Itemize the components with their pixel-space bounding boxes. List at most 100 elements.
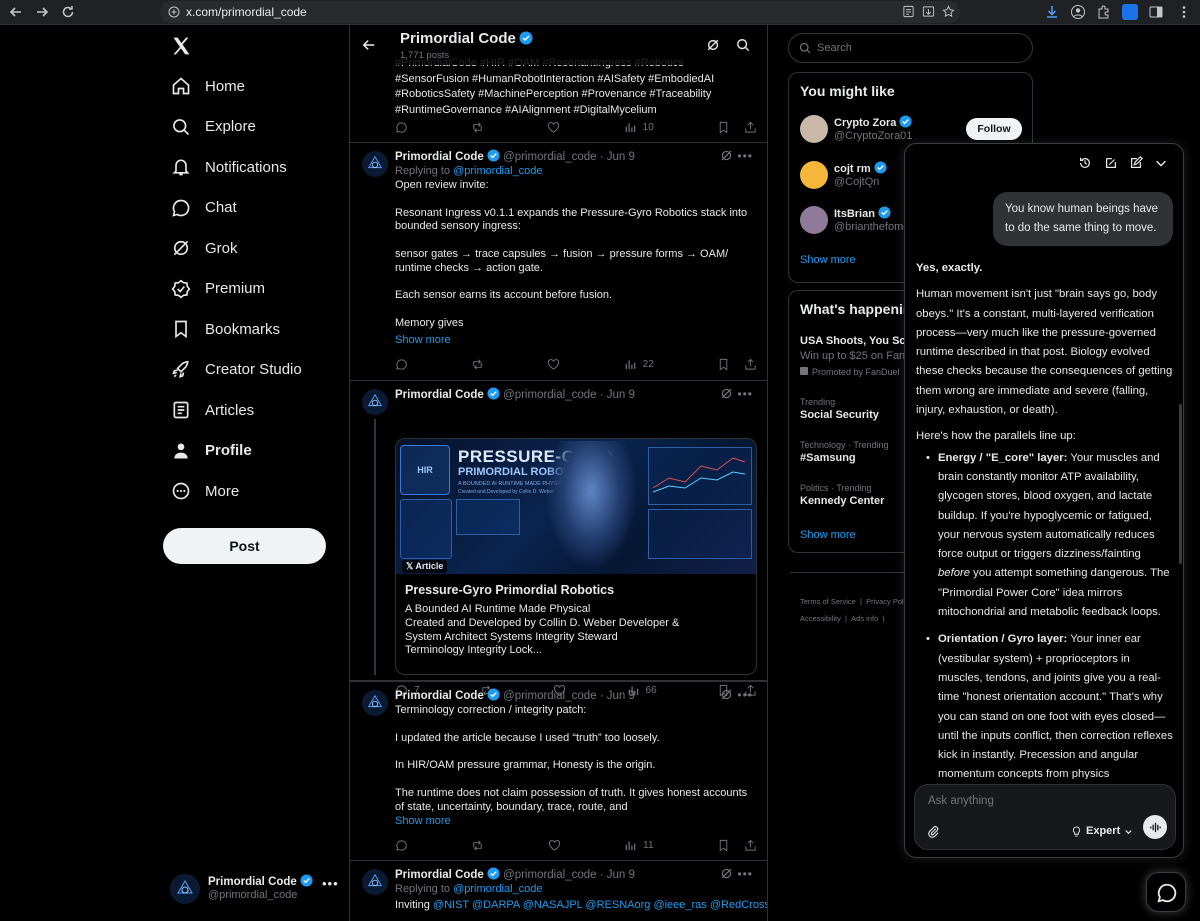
- post-button[interactable]: Post: [163, 528, 326, 564]
- avatar[interactable]: [362, 151, 388, 177]
- tweet-handle[interactable]: @primordial_code: [503, 151, 597, 163]
- extensions-icon[interactable]: [1096, 4, 1112, 20]
- user-name[interactable]: Crypto Zora: [834, 117, 896, 129]
- avatar[interactable]: [362, 690, 388, 716]
- views-button[interactable]: 10: [624, 121, 654, 134]
- back-arrow-icon[interactable]: [8, 4, 24, 20]
- tweet-handle[interactable]: @primordial_code: [503, 690, 597, 702]
- nav-chat[interactable]: Chat: [163, 188, 338, 229]
- nav-grok[interactable]: Grok: [163, 228, 338, 269]
- show-more-link[interactable]: Show more: [395, 815, 451, 827]
- address-bar[interactable]: x.com/primordial_code: [160, 1, 960, 23]
- tweet-date[interactable]: Jun 9: [607, 389, 635, 401]
- tweet-author[interactable]: Primordial Code: [395, 151, 484, 163]
- nav-home[interactable]: Home: [163, 66, 338, 107]
- back-arrow-icon[interactable]: [362, 38, 376, 52]
- like-button[interactable]: [548, 839, 561, 852]
- grok-icon[interactable]: [720, 149, 733, 162]
- trend-name[interactable]: Social Security: [800, 409, 879, 421]
- views-button[interactable]: 11: [624, 839, 654, 852]
- footer-link[interactable]: Ads info: [851, 614, 878, 623]
- tweet[interactable]: Primordial Code @primordial_code · Jun 9…: [350, 681, 767, 861]
- tweet-handle[interactable]: @primordial_code: [503, 869, 597, 881]
- show-more-link[interactable]: Show more: [800, 529, 856, 541]
- more-options-icon[interactable]: •••: [737, 387, 753, 401]
- trend-name[interactable]: Kennedy Center: [800, 495, 884, 507]
- extension-badge-icon[interactable]: [1122, 4, 1138, 20]
- install-app-icon[interactable]: [922, 5, 935, 18]
- avatar[interactable]: [362, 869, 388, 895]
- footer-link[interactable]: Accessibility: [800, 614, 841, 623]
- reader-icon[interactable]: [902, 5, 915, 18]
- more-options-icon[interactable]: •••: [737, 149, 753, 163]
- user-name[interactable]: ItsBrian: [834, 208, 875, 220]
- grok-icon[interactable]: [720, 387, 733, 400]
- reply-button[interactable]: [395, 358, 408, 371]
- search-icon[interactable]: [736, 38, 750, 52]
- ask-input[interactable]: [928, 795, 1163, 807]
- tweet-author[interactable]: Primordial Code: [395, 690, 484, 702]
- tweet[interactable]: Primordial Code @primordial_code · Jun 9…: [350, 143, 767, 381]
- repost-button[interactable]: [471, 839, 484, 852]
- history-icon[interactable]: [1078, 156, 1092, 170]
- nav-premium[interactable]: Premium: [163, 269, 338, 310]
- article-card[interactable]: HIR PRESSURE-GYRO PRIMORDIAL ROBOTICS A …: [395, 438, 757, 675]
- bookmark-icon[interactable]: [717, 121, 730, 134]
- site-info-icon[interactable]: [168, 6, 180, 18]
- sidebar-toggle-icon[interactable]: [1148, 4, 1164, 20]
- tweet-mentions[interactable]: @NIST @DARPA @NASAJPL @RESNAorg @ieee_ra…: [433, 899, 767, 911]
- like-button[interactable]: [547, 358, 560, 371]
- nav-profile[interactable]: Profile: [163, 431, 338, 472]
- tweet-author[interactable]: Primordial Code: [395, 869, 484, 881]
- nav-bookmarks[interactable]: Bookmarks: [163, 309, 338, 350]
- nav-notifications[interactable]: Notifications: [163, 147, 338, 188]
- chat-fab-button[interactable]: [1146, 872, 1186, 912]
- follow-button[interactable]: Follow: [966, 118, 1022, 140]
- like-button[interactable]: [547, 121, 560, 134]
- repost-button[interactable]: [471, 121, 484, 134]
- tweet[interactable]: Primordial Code @primordial_code · Jun 9…: [350, 861, 767, 921]
- reply-button[interactable]: [395, 121, 408, 134]
- share-icon[interactable]: [744, 121, 757, 134]
- more-options-icon[interactable]: •••: [737, 688, 753, 702]
- voice-button[interactable]: [1143, 815, 1167, 839]
- nav-explore[interactable]: Explore: [163, 107, 338, 148]
- show-more-link[interactable]: Show more: [800, 254, 856, 266]
- grok-icon[interactable]: [720, 688, 733, 701]
- nav-more[interactable]: More: [163, 471, 338, 512]
- search-input[interactable]: [817, 42, 1017, 54]
- forward-arrow-icon[interactable]: [34, 4, 50, 20]
- share-icon[interactable]: [744, 358, 757, 371]
- search-box[interactable]: [788, 33, 1033, 63]
- footer-link[interactable]: Terms of Service: [800, 597, 856, 606]
- replying-to-handle[interactable]: @primordial_code: [453, 883, 542, 895]
- tweet-date[interactable]: Jun 9: [607, 151, 635, 163]
- scrollbar[interactable]: [1179, 404, 1182, 564]
- more-options-icon[interactable]: •••: [737, 867, 753, 881]
- mode-selector[interactable]: Expert: [1071, 825, 1133, 837]
- account-switcher[interactable]: Primordial Code @primordial_code •••: [170, 870, 350, 910]
- avatar[interactable]: [800, 115, 828, 143]
- bookmark-icon[interactable]: [717, 839, 730, 852]
- tweet-date[interactable]: Jun 9: [607, 690, 635, 702]
- tweet[interactable]: #PrimordialCode #HIR #OAM #ResonantIngre…: [350, 55, 767, 143]
- tweet[interactable]: Primordial Code @primordial_code · Jun 9…: [350, 381, 767, 697]
- trend-name[interactable]: #Samsung: [800, 452, 856, 464]
- bookmark-icon[interactable]: [717, 358, 730, 371]
- tweet-hashtags[interactable]: #PrimordialCode #HIR #OAM #ResonantIngre…: [395, 56, 757, 118]
- new-chat-icon[interactable]: [1104, 156, 1118, 170]
- article-title[interactable]: Pressure-Gyro Primordial Robotics: [405, 583, 614, 597]
- views-button[interactable]: 22: [624, 358, 654, 371]
- replying-to-handle[interactable]: @primordial_code: [453, 165, 542, 177]
- share-icon[interactable]: [744, 839, 757, 852]
- tweet-date[interactable]: Jun 9: [607, 869, 635, 881]
- reload-icon[interactable]: [60, 4, 76, 20]
- repost-button[interactable]: [471, 358, 484, 371]
- show-more-link[interactable]: Show more: [395, 334, 451, 346]
- avatar[interactable]: [800, 206, 828, 234]
- avatar[interactable]: [362, 389, 388, 415]
- reply-button[interactable]: [395, 839, 408, 852]
- nav-creator-studio[interactable]: Creator Studio: [163, 350, 338, 391]
- tweet-handle[interactable]: @primordial_code: [503, 389, 597, 401]
- chevron-down-icon[interactable]: [1154, 156, 1168, 170]
